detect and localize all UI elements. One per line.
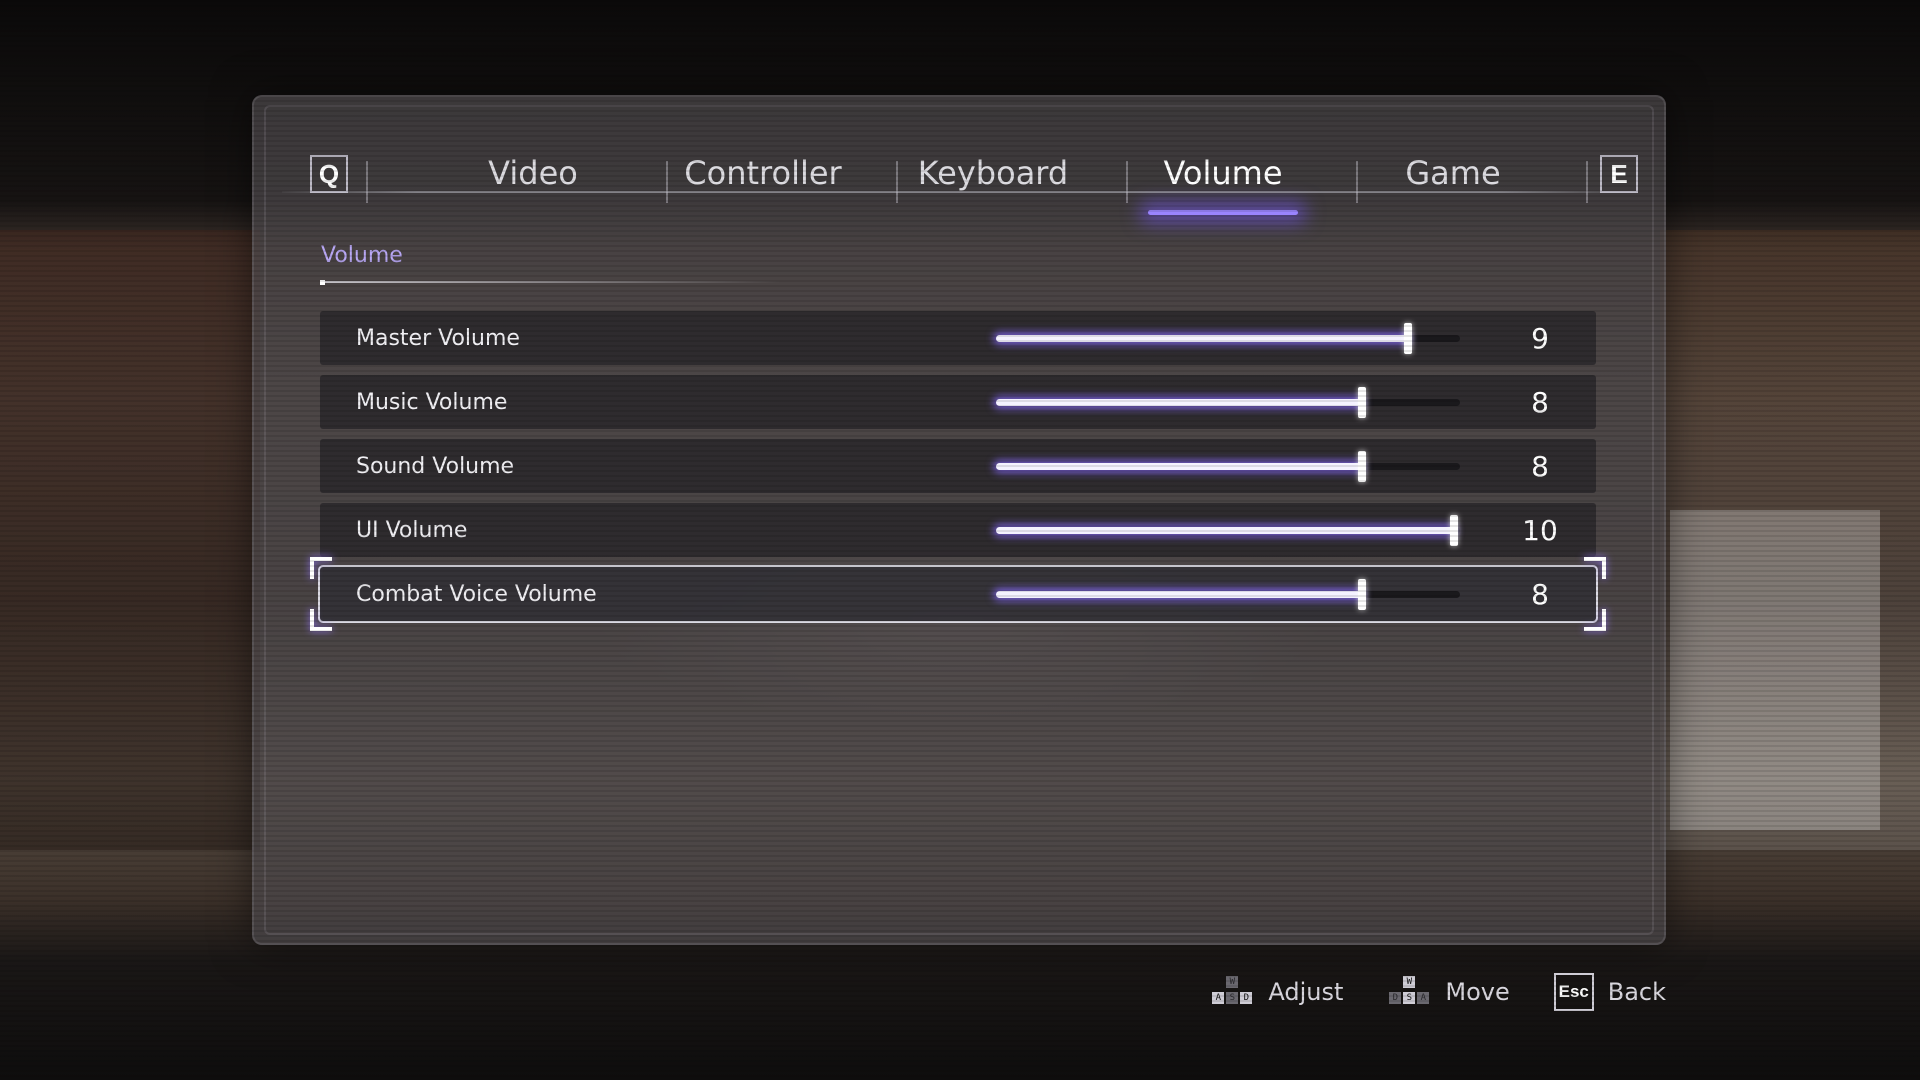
setting-label: Master Volume bbox=[356, 325, 520, 351]
slider-fill bbox=[996, 527, 1454, 534]
move-label: Move bbox=[1445, 978, 1510, 1006]
tab-bar: Q Video Controller Keyboard Volume Game … bbox=[282, 113, 1638, 203]
wasd-keys-icon: W A S D bbox=[1210, 976, 1254, 1008]
adjust-hint[interactable]: W A S D Adjust bbox=[1210, 976, 1343, 1008]
back-hint[interactable]: Esc Back bbox=[1553, 973, 1666, 1011]
selection-corner bbox=[310, 557, 332, 579]
setting-row-music-volume[interactable]: Music Volume 8 bbox=[320, 375, 1596, 429]
slider-handle[interactable] bbox=[1404, 323, 1412, 354]
setting-value: 8 bbox=[1531, 577, 1549, 611]
section-title: Volume bbox=[321, 243, 403, 268]
combat-voice-volume-slider[interactable] bbox=[996, 579, 1460, 610]
sound-volume-slider[interactable] bbox=[996, 451, 1460, 482]
slider-handle[interactable] bbox=[1358, 387, 1366, 418]
prev-tab-key[interactable]: Q bbox=[310, 155, 348, 193]
section-underline bbox=[321, 281, 781, 283]
setting-value: 8 bbox=[1531, 385, 1549, 419]
esc-key-icon: Esc bbox=[1553, 973, 1594, 1011]
slider-fill bbox=[996, 463, 1362, 470]
slider-fill bbox=[996, 591, 1362, 598]
section-marker bbox=[320, 280, 325, 285]
background-window bbox=[1670, 510, 1880, 830]
master-volume-slider[interactable] bbox=[996, 323, 1460, 354]
volume-settings-list: Master Volume 9 Music Volume 8 Sound Vol… bbox=[310, 311, 1606, 631]
tab-separator bbox=[366, 161, 368, 203]
setting-label: Music Volume bbox=[356, 389, 508, 415]
next-tab-key[interactable]: E bbox=[1600, 155, 1638, 193]
tab-controller[interactable]: Controller bbox=[648, 143, 878, 203]
setting-row-sound-volume[interactable]: Sound Volume 8 bbox=[320, 439, 1596, 493]
selection-corner bbox=[1584, 557, 1606, 579]
slider-fill bbox=[996, 335, 1408, 342]
adjust-label: Adjust bbox=[1268, 978, 1344, 1006]
settings-panel: Q Video Controller Keyboard Volume Game … bbox=[252, 95, 1666, 945]
selection-corner bbox=[1584, 609, 1606, 631]
tab-keyboard[interactable]: Keyboard bbox=[878, 143, 1108, 203]
setting-label: UI Volume bbox=[356, 517, 468, 543]
ui-volume-slider[interactable] bbox=[996, 515, 1460, 546]
move-hint[interactable]: W D S A Move bbox=[1387, 976, 1510, 1008]
tab-separator bbox=[1586, 161, 1588, 203]
setting-value: 9 bbox=[1531, 321, 1549, 355]
setting-row-combat-voice-volume[interactable]: Combat Voice Volume 8 bbox=[310, 557, 1606, 631]
tab-video[interactable]: Video bbox=[418, 143, 648, 203]
setting-label: Combat Voice Volume bbox=[356, 581, 597, 607]
control-hints: W A S D Adjust W D S A Move Esc Back bbox=[1210, 970, 1666, 1014]
slider-handle[interactable] bbox=[1450, 515, 1458, 546]
tab-game[interactable]: Game bbox=[1338, 143, 1568, 203]
updown-keys-icon: W D S A bbox=[1387, 976, 1431, 1008]
setting-row-ui-volume[interactable]: UI Volume 10 bbox=[320, 503, 1596, 557]
setting-label: Sound Volume bbox=[356, 453, 515, 479]
setting-value: 10 bbox=[1522, 513, 1558, 547]
background-left bbox=[0, 230, 260, 850]
tab-bar-divider bbox=[282, 191, 1636, 193]
back-label: Back bbox=[1607, 978, 1666, 1006]
slider-handle[interactable] bbox=[1358, 451, 1366, 482]
tab-volume[interactable]: Volume bbox=[1108, 143, 1338, 203]
slider-handle[interactable] bbox=[1358, 579, 1366, 610]
setting-row-master-volume[interactable]: Master Volume 9 bbox=[320, 311, 1596, 365]
setting-value: 8 bbox=[1531, 449, 1549, 483]
music-volume-slider[interactable] bbox=[996, 387, 1460, 418]
slider-fill bbox=[996, 399, 1362, 406]
selection-corner bbox=[310, 609, 332, 631]
